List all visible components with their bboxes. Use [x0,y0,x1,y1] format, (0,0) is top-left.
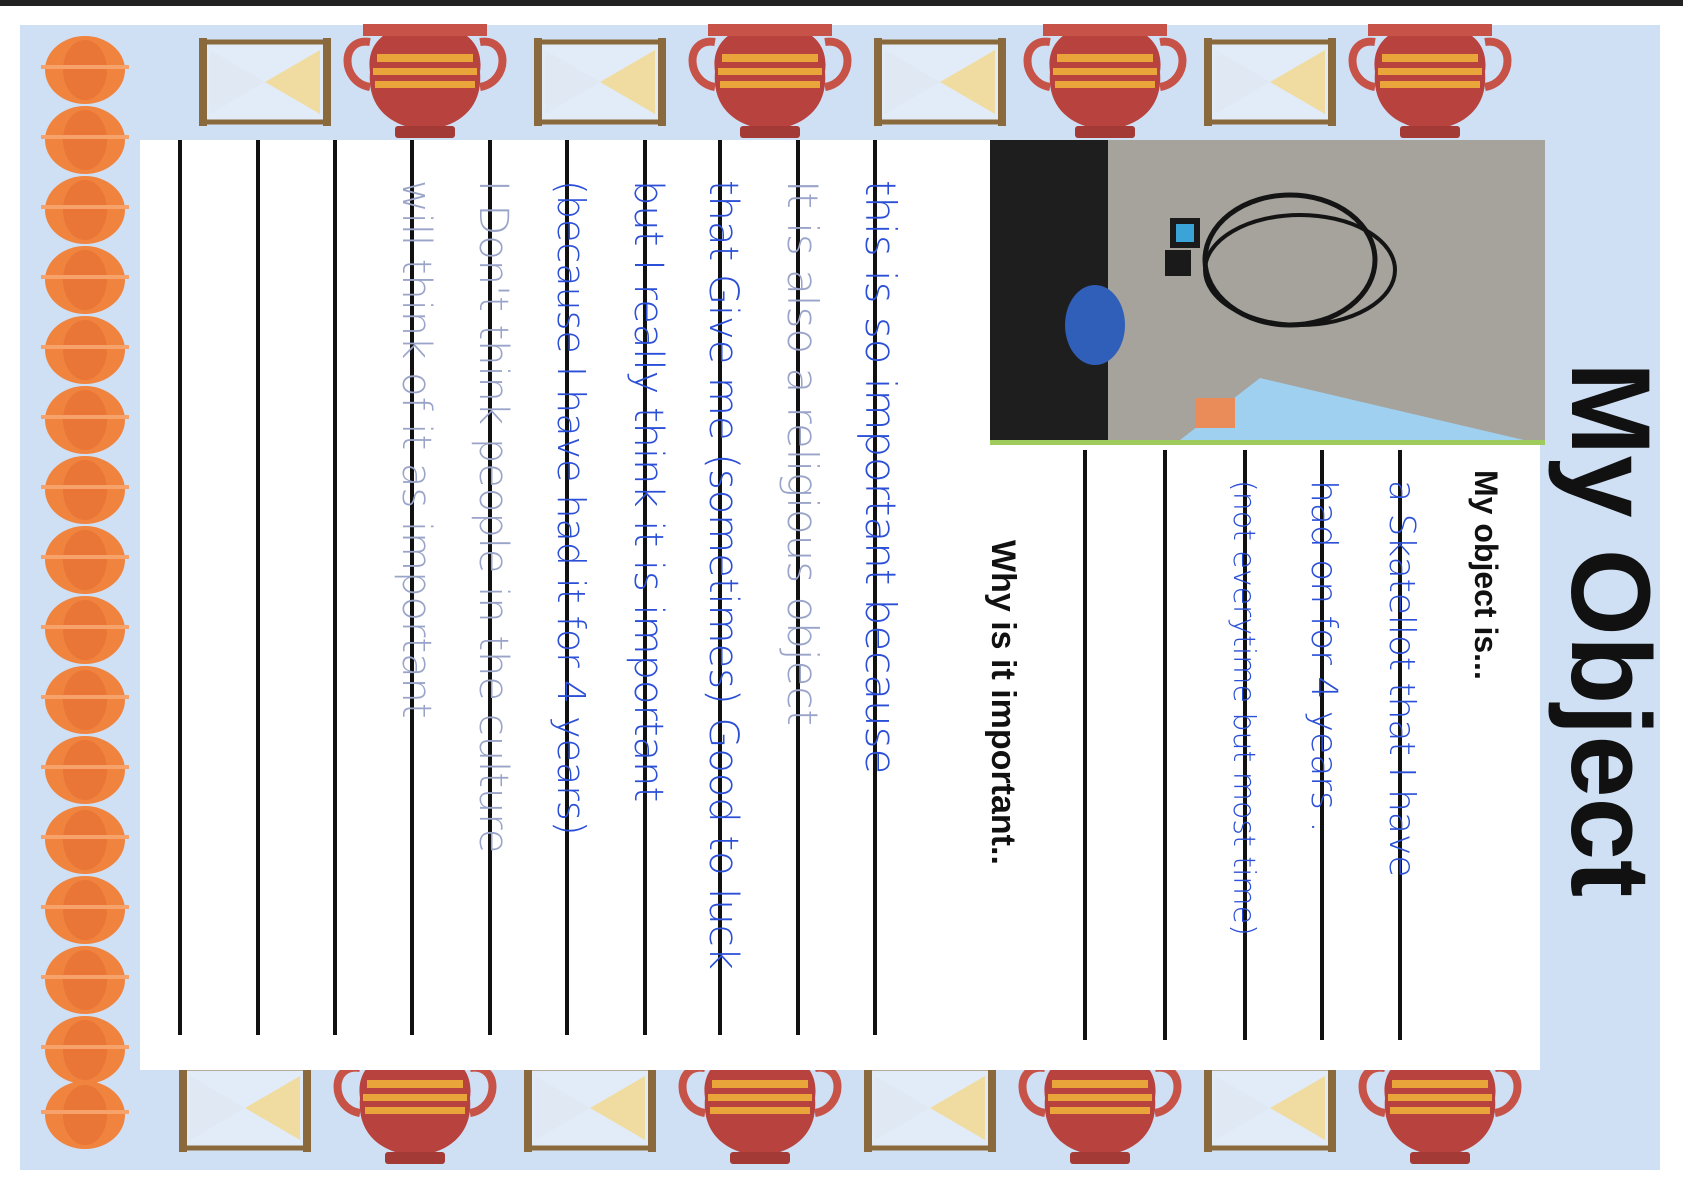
necklace-photo [990,140,1545,445]
important-answer-line: this is so important because [856,180,905,774]
object-prompt: My object is... [1468,470,1504,680]
page-title: My Object [1548,362,1673,897]
important-answer-line: It is also a religious object [778,180,827,726]
important-answer-line: that Give me (sometimes) Good to luck [700,180,746,970]
important-answer-line: will think of it as important [393,180,439,719]
important-answer-line: (because I have had it for 4 years) [549,180,593,836]
object-answer-line: (not everytime but most time) [1226,480,1261,936]
object-answer-line: had on for 4 years . [1303,480,1344,833]
important-answer-line: I Don't think people in the culture [470,180,516,853]
worksheet-page: My Object My object is... Why is it impo… [0,0,1683,1170]
important-answer-line: but I really think it is important [625,180,671,802]
object-answer-line: a Skatellot that I have [1381,480,1422,877]
important-prompt: Why is it important.. [984,540,1022,865]
